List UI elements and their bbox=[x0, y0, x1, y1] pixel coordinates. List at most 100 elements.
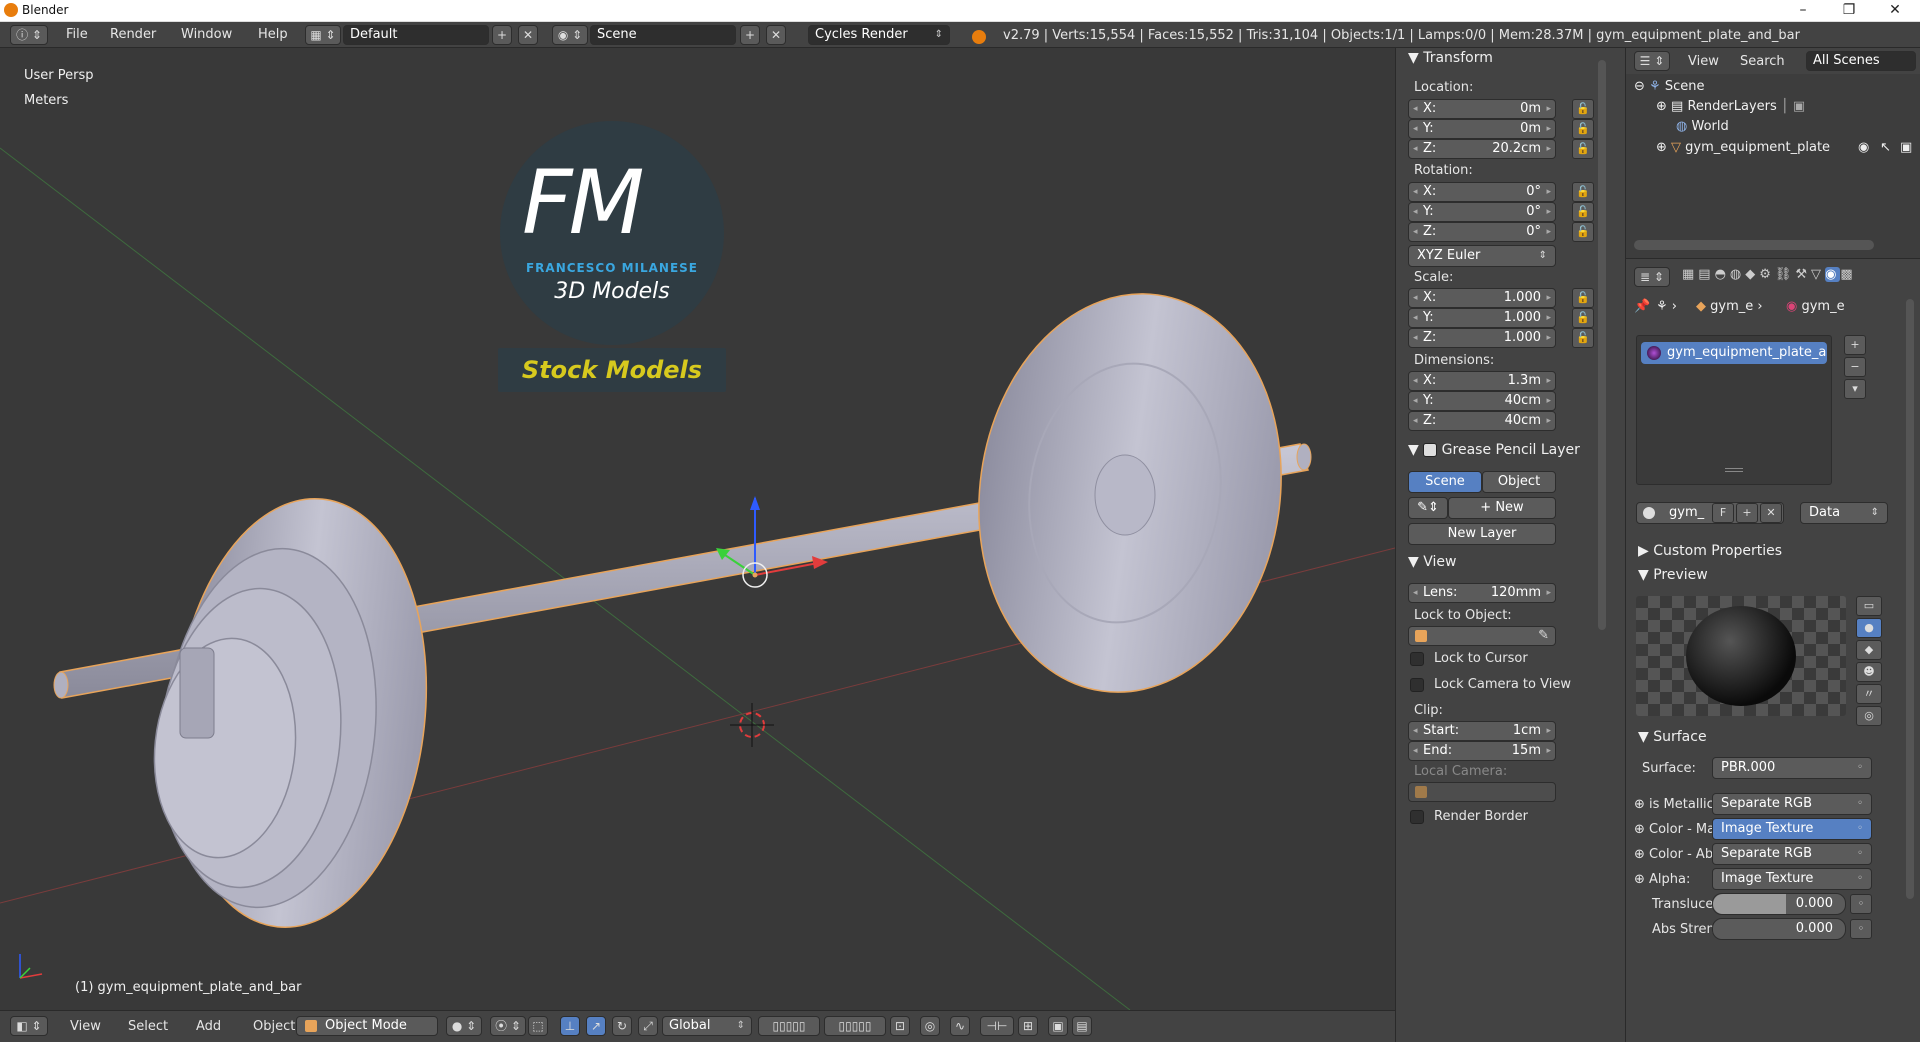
interaction-mode-select[interactable]: Object Mode bbox=[296, 1016, 438, 1036]
new-layer-button[interactable]: New Layer bbox=[1408, 523, 1556, 545]
custom-properties-panel-header[interactable]: ▶ Custom Properties bbox=[1638, 543, 1782, 559]
gizmo-z-arrow-icon[interactable] bbox=[750, 496, 760, 510]
menu-file[interactable]: File bbox=[60, 26, 94, 44]
bar-end-left[interactable] bbox=[53, 671, 69, 699]
menu-add[interactable]: Add bbox=[190, 1018, 227, 1036]
editor-type-outliner-icon[interactable]: ☰ ⇕ bbox=[1634, 51, 1670, 71]
lock-location-z-icon[interactable]: 🔓 bbox=[1572, 139, 1594, 159]
editor-type-3dview-icon[interactable]: ◧ ⇕ bbox=[10, 1016, 48, 1036]
input-row-0-select[interactable]: Separate RGB ◦ bbox=[1712, 793, 1872, 815]
outliner-item-object[interactable]: ⊕ ▽ gym_equipment_plate bbox=[1656, 140, 1830, 155]
shelf-scrollbar[interactable] bbox=[1598, 60, 1606, 630]
local-camera-field[interactable] bbox=[1408, 782, 1556, 802]
maximize-button[interactable]: ❐ bbox=[1826, 0, 1872, 22]
lock-scale-z-icon[interactable]: 🔓 bbox=[1572, 328, 1594, 348]
properties-scrollbar[interactable] bbox=[1906, 299, 1914, 899]
scale-y-field[interactable]: ◂ Y: 1.000 ▸ bbox=[1408, 308, 1556, 328]
rotate-manipulator-icon[interactable]: ↻ bbox=[612, 1016, 632, 1036]
viewport-shading-icon[interactable]: ● ⇕ bbox=[446, 1016, 482, 1036]
preview-panel-header[interactable]: ▼ Preview bbox=[1638, 567, 1708, 583]
outliner-menu-search[interactable]: Search bbox=[1734, 53, 1791, 71]
preview-sphere-large-icon[interactable]: ◎ bbox=[1856, 706, 1882, 726]
scale-z-field[interactable]: ◂ Z: 1.000 ▸ bbox=[1408, 328, 1556, 348]
surface-shader-select[interactable]: PBR.000 ◦ bbox=[1712, 757, 1872, 779]
material-specials-icon[interactable]: ▾ bbox=[1844, 379, 1866, 399]
list-resize-handle[interactable] bbox=[1725, 468, 1743, 472]
properties-context-tabs[interactable]: ▦▤◓◍◆⚙⛓⚒▽◉▩ bbox=[1682, 267, 1918, 289]
close-button[interactable]: ✕ bbox=[1872, 0, 1918, 22]
editor-type-info-icon[interactable]: ⓘ ⇕ bbox=[10, 25, 48, 45]
remove-scene-icon[interactable]: ✕ bbox=[766, 25, 786, 45]
clip-end-field[interactable]: ◂ End: 15m ▸ bbox=[1408, 741, 1556, 761]
abs-strength-slider[interactable]: 0.000 bbox=[1712, 918, 1846, 940]
menu-window[interactable]: Window bbox=[175, 26, 238, 44]
input-row-2-select[interactable]: Separate RGB ◦ bbox=[1712, 843, 1872, 865]
selectability-cursor-icon[interactable]: ↖ bbox=[1880, 140, 1891, 155]
pin-icon[interactable]: 📌 bbox=[1634, 299, 1650, 314]
eyedropper-icon[interactable]: ✎ bbox=[1538, 627, 1549, 645]
location-z-field[interactable]: ◂ Z: 20.2cm ▸ bbox=[1408, 139, 1556, 159]
lock-rotation-x-icon[interactable]: 🔓 bbox=[1572, 182, 1594, 202]
grease-pencil-panel-header[interactable]: ▼ Grease Pencil Layer bbox=[1408, 442, 1580, 458]
view-panel-header[interactable]: ▼ View bbox=[1408, 554, 1456, 570]
surface-panel-header[interactable]: ▼ Surface bbox=[1638, 729, 1707, 745]
outliner-hscrollbar[interactable] bbox=[1634, 240, 1874, 250]
add-screen-icon[interactable]: + bbox=[492, 25, 512, 45]
outliner-item-renderlayers[interactable]: ⊕ ▤ RenderLayers │ ▣ bbox=[1656, 99, 1805, 114]
collar-left[interactable] bbox=[179, 647, 215, 739]
abs-strength-link-icon[interactable]: ◦ bbox=[1850, 919, 1872, 939]
rotation-x-field[interactable]: ◂ X: 0° ▸ bbox=[1408, 182, 1556, 202]
grease-pencil-icon[interactable]: ✎⇕ bbox=[1408, 497, 1448, 519]
translate-manipulator-icon[interactable]: ↗ bbox=[586, 1016, 606, 1036]
menu-help[interactable]: Help bbox=[252, 26, 294, 44]
lock-rotation-z-icon[interactable]: 🔓 bbox=[1572, 222, 1594, 242]
dimensions-y-field[interactable]: ◂ Y: 40cm ▸ bbox=[1408, 391, 1556, 411]
layers-grid-2[interactable]: ▯▯▯▯▯ bbox=[824, 1016, 886, 1036]
material-slot-item[interactable]: gym_equipment_plate_a... bbox=[1641, 342, 1827, 364]
render-opengl-icon[interactable]: ▣ bbox=[1048, 1016, 1068, 1036]
3d-viewport[interactable]: User Persp Meters (1) gym_equipment_plat… bbox=[0, 48, 1395, 1010]
render-animation-icon[interactable]: ▤ bbox=[1072, 1016, 1092, 1036]
clip-start-field[interactable]: ◂ Start: 1cm ▸ bbox=[1408, 721, 1556, 741]
editor-type-properties-icon[interactable]: ≣ ⇕ bbox=[1634, 267, 1670, 287]
transform-orientation-select[interactable]: Global ⇕ bbox=[662, 1016, 752, 1036]
scale-manipulator-icon[interactable]: ⤢ bbox=[638, 1016, 658, 1036]
material-slot-list[interactable]: gym_equipment_plate_a... bbox=[1636, 335, 1832, 485]
snap-icon[interactable]: ⊣⊢ bbox=[980, 1016, 1014, 1036]
dimensions-z-field[interactable]: ◂ Z: 40cm ▸ bbox=[1408, 411, 1556, 431]
add-material-slot-icon[interactable]: + bbox=[1844, 335, 1866, 355]
pivot-point-icon[interactable]: ⦿ ⇕ bbox=[490, 1016, 526, 1036]
grease-pencil-checkbox[interactable] bbox=[1423, 443, 1438, 457]
rotation-mode-select[interactable]: XYZ Euler ⇕ bbox=[1408, 245, 1556, 267]
lock-scale-y-icon[interactable]: 🔓 bbox=[1572, 308, 1594, 328]
material-browse-icon[interactable] bbox=[1643, 507, 1655, 519]
lens-field[interactable]: ◂ Lens: 120mm ▸ bbox=[1408, 583, 1556, 603]
scene-icon[interactable]: ◉ ⇕ bbox=[552, 25, 588, 45]
fake-user-button[interactable]: F bbox=[1712, 503, 1734, 523]
lock-camera-checkbox[interactable] bbox=[1410, 678, 1424, 692]
lock-to-cursor-checkbox[interactable] bbox=[1410, 652, 1424, 666]
menu-view[interactable]: View bbox=[64, 1018, 107, 1036]
snap-target-icon[interactable]: ⊞ bbox=[1018, 1016, 1038, 1036]
add-scene-icon[interactable]: + bbox=[740, 25, 760, 45]
minimize-button[interactable]: – bbox=[1780, 0, 1826, 22]
outliner-item-world[interactable]: ◍ World bbox=[1676, 119, 1729, 134]
lock-layers-icon[interactable]: ⊡ bbox=[890, 1016, 910, 1036]
scene-field[interactable]: Scene bbox=[590, 25, 736, 45]
preview-hair-icon[interactable]: 〃 bbox=[1856, 684, 1882, 704]
preview-monkey-icon[interactable]: ☻ bbox=[1856, 662, 1882, 682]
outliner-menu-view[interactable]: View bbox=[1682, 53, 1725, 71]
screen-layout-icon[interactable]: ▦ ⇕ bbox=[305, 25, 341, 45]
remove-screen-icon[interactable]: ✕ bbox=[518, 25, 538, 45]
outliner-item-scene[interactable]: ⊖ ⚘ Scene bbox=[1634, 79, 1704, 94]
menu-select[interactable]: Select bbox=[122, 1018, 174, 1036]
outliner-display-mode[interactable]: All Scenes bbox=[1806, 51, 1916, 71]
occlude-geometry-icon[interactable]: ⬚ bbox=[528, 1016, 548, 1036]
visibility-eye-icon[interactable]: ◉ bbox=[1858, 140, 1869, 155]
screen-layout-field[interactable]: Default bbox=[343, 25, 489, 45]
input-row-3-select[interactable]: Image Texture ◦ bbox=[1712, 868, 1872, 890]
unlink-material-icon[interactable]: ✕ bbox=[1760, 503, 1782, 523]
remove-material-slot-icon[interactable]: − bbox=[1844, 357, 1866, 377]
input-row-1-select[interactable]: Image Texture ◦ bbox=[1712, 818, 1872, 840]
transform-panel-header[interactable]: ▼ Transform bbox=[1408, 50, 1493, 66]
